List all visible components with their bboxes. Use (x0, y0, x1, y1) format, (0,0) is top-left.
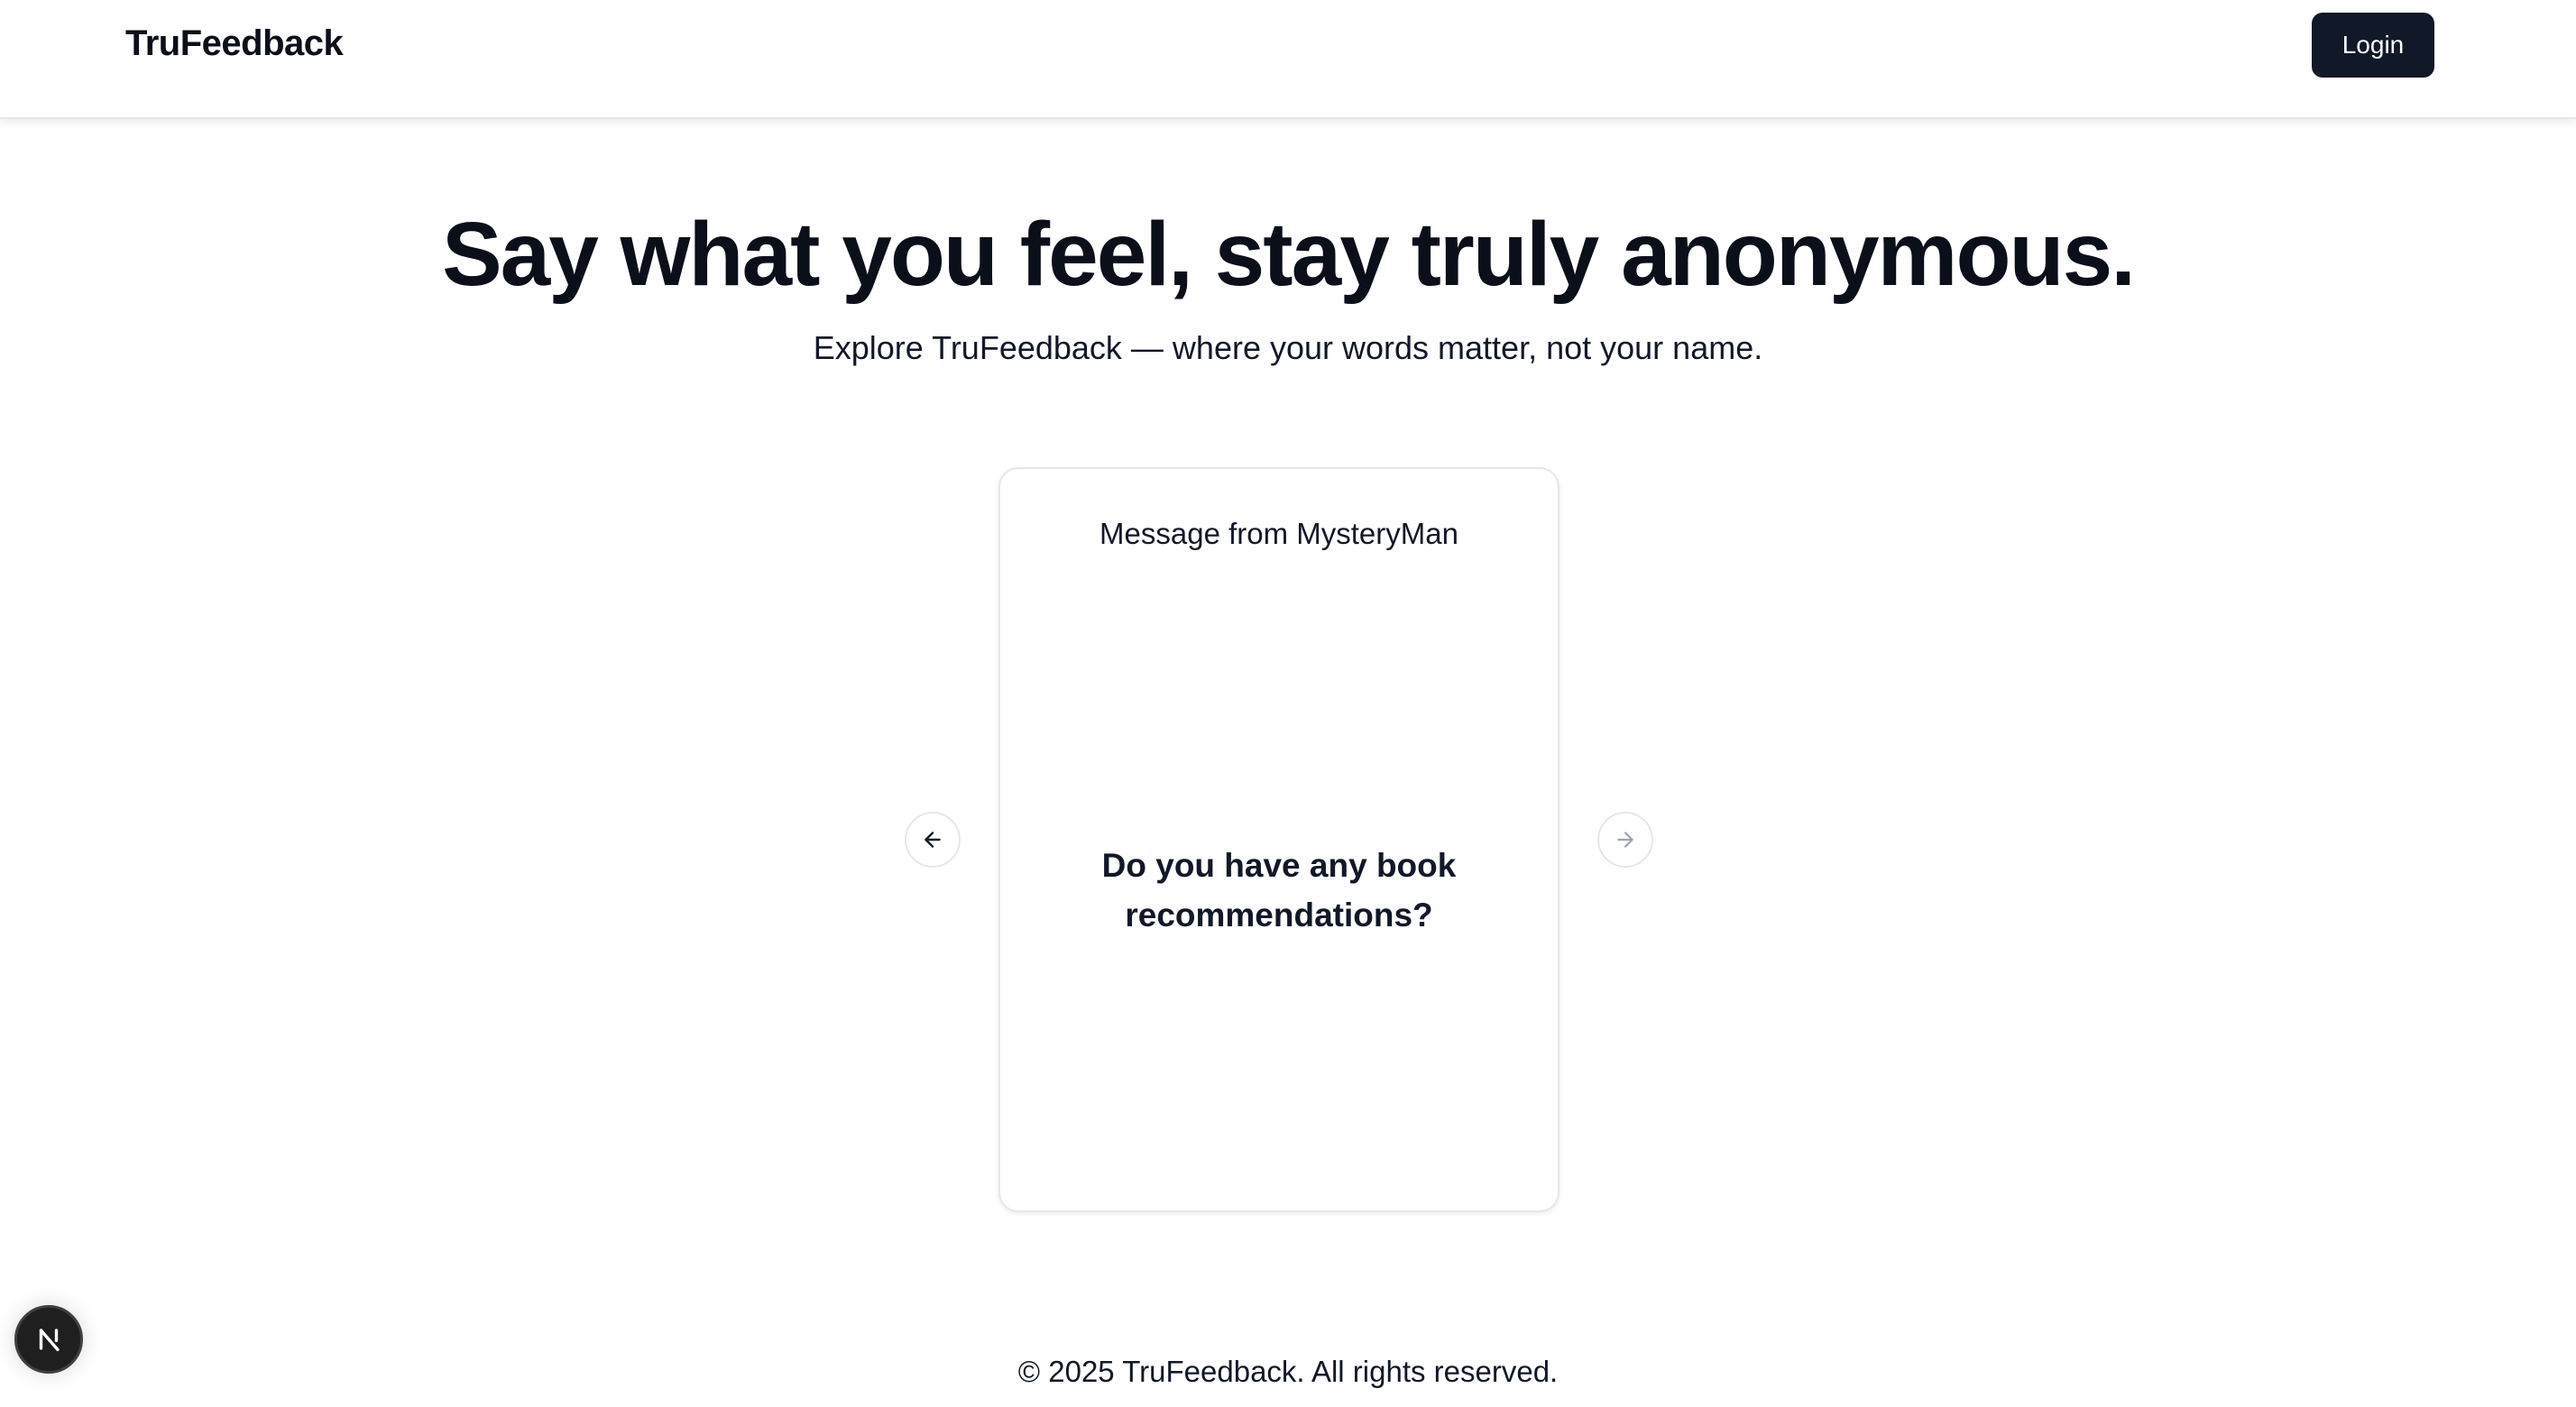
footer-copyright: © 2025 TruFeedback. All rights reserved. (1017, 1355, 1559, 1388)
arrow-left-icon (925, 832, 941, 848)
carousel-prev-button[interactable] (905, 812, 961, 868)
nextjs-logo-icon (39, 1329, 60, 1352)
navbar: TruFeedback Login (0, 0, 2576, 119)
hero-title: Say what you feel, stay truly anonymous. (441, 204, 2136, 305)
carousel-next-button[interactable] (1597, 812, 1653, 868)
card-header: Message from MysteryMan (1099, 517, 1458, 550)
message-card: Message from MysteryMan Do you have any … (998, 467, 1559, 1212)
brand-logo[interactable]: TruFeedback (125, 23, 344, 64)
dev-tools-badge[interactable] (14, 1305, 83, 1374)
card-message: Do you have any book recommendations? (1101, 847, 1457, 933)
login-button[interactable]: Login (2312, 13, 2434, 78)
hero-subtitle: Explore TruFeedback — where your words m… (813, 329, 1763, 366)
arrow-right-icon (1617, 832, 1633, 848)
